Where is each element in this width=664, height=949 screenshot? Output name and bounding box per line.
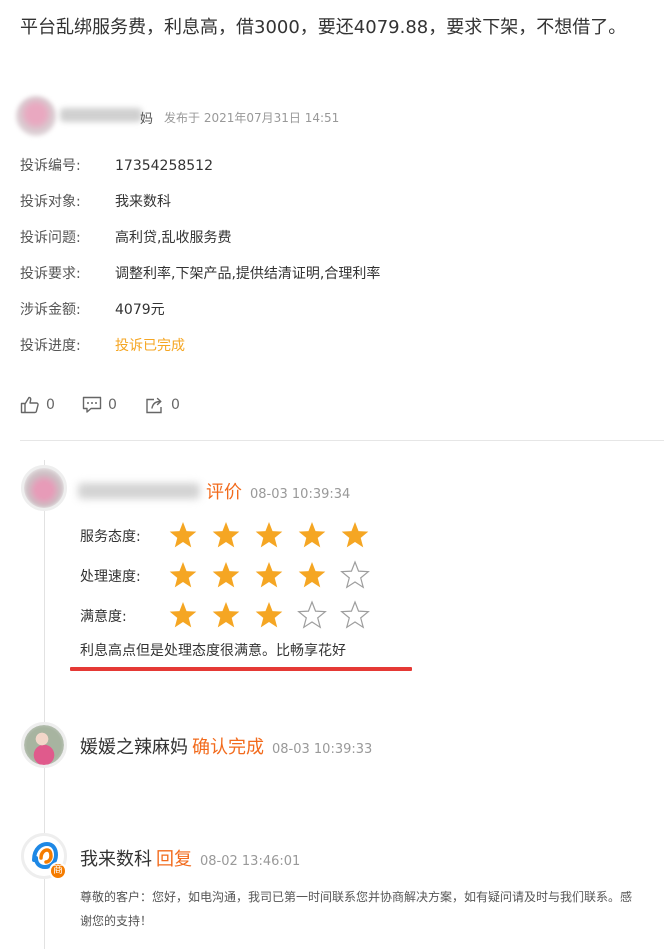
review-text: 利息高点但是处理态度很满意。比畅享花好 — [80, 643, 346, 659]
complaint-title: 平台乱绑服务费，利息高，借3000，要还4079.88，要求下架，不想借了。 — [20, 17, 627, 38]
field-value: 高利贷,乱收服务费 — [115, 230, 232, 246]
star-filled-icon — [212, 562, 240, 588]
author-name-suffix[interactable]: 妈 — [140, 108, 153, 127]
blurred-author-name — [60, 108, 142, 122]
share-icon — [146, 397, 162, 414]
star-rating — [168, 560, 388, 590]
review-time: 08-03 10:39:34 — [250, 487, 351, 502]
confirm-header: 媛媛之辣麻妈 确认完成 08-03 10:39:33 — [80, 733, 372, 759]
field-complaint-target: 投诉对象: 我来数科 — [20, 192, 640, 212]
share-count: 0 — [171, 397, 180, 413]
star-filled-icon — [298, 562, 326, 588]
divider — [20, 440, 664, 441]
field-complaint-id: 投诉编号: 17354258512 — [20, 156, 640, 176]
confirm-action-label: 确认完成 — [192, 737, 264, 758]
highlight-underline — [70, 667, 412, 671]
field-label: 投诉要求: — [20, 266, 81, 282]
reply-text: 尊敬的客户：您好，如电沟通，我司已第一时间联系您并协商解决方案，如有疑问请及时与… — [80, 890, 633, 928]
star-filled-icon — [255, 562, 283, 588]
reply-action-label: 回复 — [156, 849, 192, 870]
field-progress: 投诉进度: 投诉已完成 — [20, 336, 640, 356]
field-label: 涉诉金额: — [20, 302, 81, 318]
rating-label: 满意度: — [80, 609, 127, 625]
field-value[interactable]: 我来数科 — [115, 192, 171, 212]
star-filled-icon — [169, 602, 197, 628]
star-filled-icon — [212, 602, 240, 628]
field-value: 调整利率,下架产品,提供结清证明,合理利率 — [115, 266, 381, 282]
star-rating — [168, 600, 388, 630]
star-rating — [168, 520, 388, 550]
star-empty-icon — [297, 600, 327, 629]
star-filled-icon — [255, 522, 283, 548]
field-complaint-demand: 投诉要求: 调整利率,下架产品,提供结清证明,合理利率 — [20, 264, 640, 284]
avatar[interactable] — [16, 96, 56, 136]
confirm-time: 08-03 10:39:33 — [272, 742, 373, 757]
merchant-badge: 商 — [49, 862, 67, 880]
star-filled-icon — [169, 522, 197, 548]
star-filled-icon — [169, 562, 197, 588]
comment-count: 0 — [108, 397, 117, 413]
field-complaint-issue: 投诉问题: 高利贷,乱收服务费 — [20, 228, 640, 248]
rating-label: 处理速度: — [80, 569, 141, 585]
star-filled-icon — [341, 522, 369, 548]
field-label: 投诉进度: — [20, 338, 81, 354]
field-label: 投诉编号: — [20, 158, 81, 174]
review-action-label: 评价 — [206, 482, 242, 503]
review-header: 评价 08-03 10:39:34 — [206, 478, 350, 504]
like-count: 0 — [46, 397, 55, 413]
confirmer-name[interactable]: 媛媛之辣麻妈 — [80, 737, 188, 758]
field-value: 17354258512 — [115, 158, 213, 174]
star-empty-icon — [340, 560, 370, 589]
post-time: 发布于 2021年07月31日 14:51 — [164, 111, 340, 125]
field-label: 投诉问题: — [20, 230, 81, 246]
reviewer-avatar[interactable] — [21, 465, 67, 511]
star-filled-icon — [212, 522, 240, 548]
company-name[interactable]: 我来数科 — [80, 849, 152, 870]
confirmer-avatar[interactable] — [21, 722, 67, 768]
thumbs-up-icon — [20, 396, 39, 414]
comment-icon — [82, 396, 102, 413]
star-filled-icon — [255, 602, 283, 628]
blurred-reviewer-name — [78, 483, 200, 499]
field-label: 投诉对象: — [20, 194, 81, 210]
star-filled-icon — [298, 522, 326, 548]
progress-status: 投诉已完成 — [115, 338, 185, 354]
reply-time: 08-02 13:46:01 — [200, 854, 301, 869]
rating-label: 服务态度: — [80, 529, 141, 545]
author-row: 妈 发布于 2021年07月31日 14:51 — [16, 96, 656, 136]
field-amount: 涉诉金额: 4079元 — [20, 300, 640, 320]
star-empty-icon — [340, 600, 370, 629]
reply-header: 我来数科 回复 08-02 13:46:01 — [80, 845, 300, 871]
field-value: 4079元 — [115, 302, 165, 318]
